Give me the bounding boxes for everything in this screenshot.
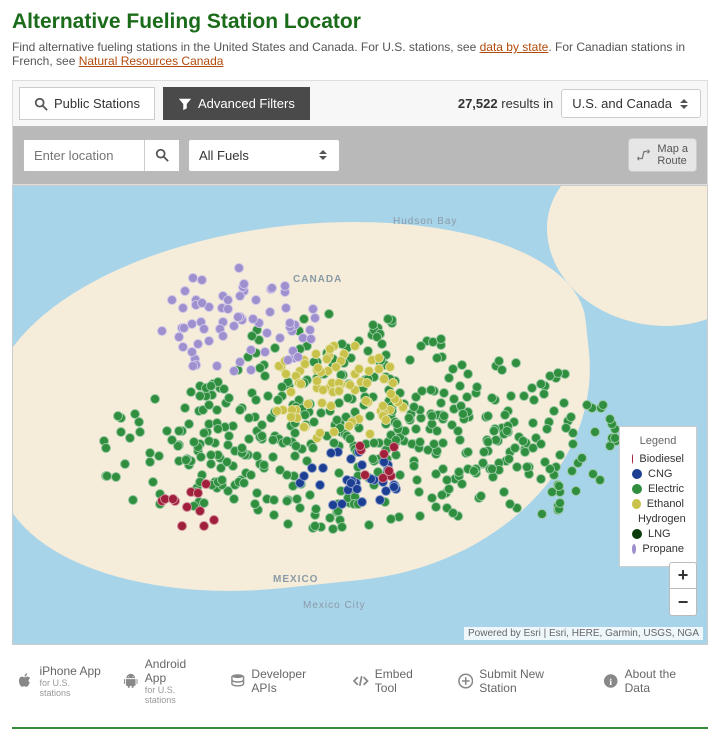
divider [12,727,708,729]
tab-public-stations[interactable]: Public Stations [19,87,155,120]
legend: Legend BiodieselCNGElectricEthanolHydrog… [619,426,697,567]
legend-item: Propane [632,543,684,555]
results-count: 27,522 results in [458,96,553,111]
sort-icon [319,150,329,160]
tab-advanced-filters[interactable]: Advanced Filters [163,87,310,120]
link-nrcan[interactable]: Natural Resources Canada [79,54,224,68]
search-icon [155,148,169,162]
fuel-select[interactable]: All Fuels [188,139,340,172]
legend-item: Biodiesel [632,453,684,465]
android-icon [123,673,138,689]
legend-item: LNG [632,528,684,540]
filter-icon [178,97,192,111]
route-icon [637,148,651,162]
legend-item: CNG [632,468,684,480]
link-submit-station[interactable]: Submit New Station [458,667,581,695]
link-about-data[interactable]: i About the Data [603,667,702,695]
svg-text:i: i [610,677,613,688]
footer-links: iPhone Appfor U.S. stations Android Appf… [12,645,708,717]
map[interactable]: Hudson Bay CANADA MEXICO Mexico City Leg… [12,185,708,645]
database-icon [230,673,245,689]
station-dots [13,186,707,644]
plus-circle-icon [458,673,473,689]
link-data-by-state[interactable]: data by state [480,40,549,54]
search-button[interactable] [144,140,179,171]
link-android-app[interactable]: Android Appfor U.S. stations [123,657,208,705]
info-icon: i [603,673,618,689]
map-route-button[interactable]: Map a Route [628,138,697,172]
region-select[interactable]: U.S. and Canada [561,89,701,118]
sort-icon [680,99,690,109]
location-input-group [23,139,180,172]
toolbar: Public Stations Advanced Filters 27,522 … [12,80,708,126]
legend-item: Ethanol [632,498,684,510]
location-input[interactable] [24,140,144,171]
legend-item: Hydrogen [632,513,684,525]
page-title: Alternative Fueling Station Locator [12,10,708,34]
code-icon [353,673,368,689]
map-attribution: Powered by Esri | Esri, HERE, Garmin, US… [464,627,703,640]
link-developer-apis[interactable]: Developer APIs [230,667,331,695]
zoom-out-button[interactable]: − [670,589,696,615]
link-embed-tool[interactable]: Embed Tool [353,667,435,695]
zoom-in-button[interactable]: + [670,563,696,589]
subtitle: Find alternative fueling stations in the… [12,40,708,68]
apple-icon [18,673,33,689]
link-iphone-app[interactable]: iPhone Appfor U.S. stations [18,664,101,698]
zoom-control: + − [669,562,697,616]
legend-item: Electric [632,483,684,495]
search-bar: All Fuels Map a Route [12,126,708,185]
search-icon [34,97,48,111]
